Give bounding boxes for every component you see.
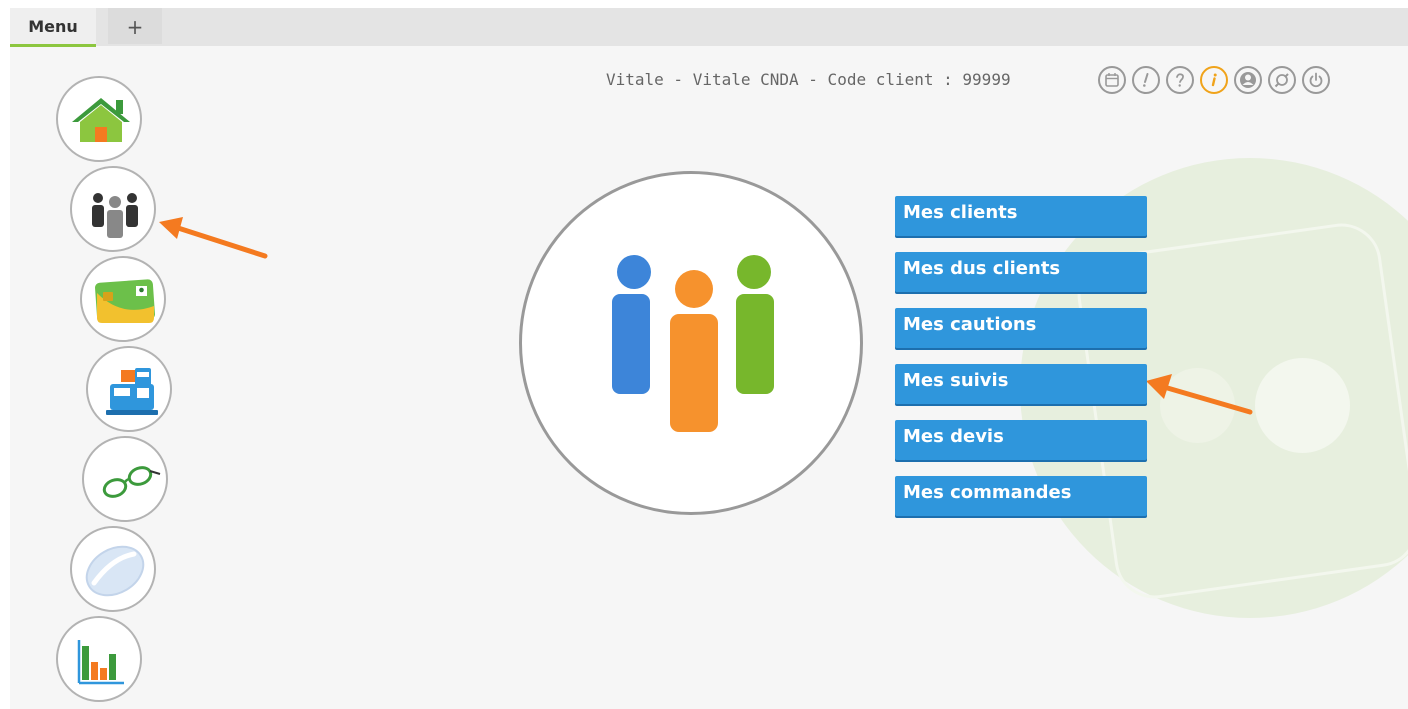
- menu-button-mes-clients[interactable]: Mes clients: [895, 196, 1147, 236]
- client-info: Vitale - Vitale CNDA - Code client : 999…: [606, 70, 1011, 89]
- statistics-icon: [77, 640, 124, 685]
- app-window: Menu + Vitale - Vitale CNDA - Code clien…: [10, 8, 1408, 709]
- glasses-icon: [102, 466, 161, 498]
- sidebar-item-lens[interactable]: [70, 526, 156, 612]
- help-icon[interactable]: [1166, 66, 1194, 94]
- sidebar-item-clients[interactable]: [70, 166, 156, 252]
- sidebar-item-vitale-card[interactable]: [80, 256, 166, 342]
- calendar-icon[interactable]: [1098, 66, 1126, 94]
- tab-bar: Menu +: [10, 8, 1408, 47]
- menu-button-mes-devis[interactable]: Mes devis: [895, 420, 1147, 460]
- user-icon[interactable]: [1234, 66, 1262, 94]
- menu-button-mes-dus-clients[interactable]: Mes dus clients: [895, 252, 1147, 292]
- arrow-annotation: [159, 217, 268, 259]
- info-icon[interactable]: [1200, 66, 1228, 94]
- sidebar-item-glasses[interactable]: [82, 436, 168, 522]
- sidebar-item-home[interactable]: [56, 76, 142, 162]
- alert-icon[interactable]: [1132, 66, 1160, 94]
- sidebar-item-statistics[interactable]: [56, 616, 142, 702]
- lens-icon: [85, 545, 145, 597]
- menu-button-mes-cautions[interactable]: Mes cautions: [895, 308, 1147, 348]
- home-icon: [72, 98, 130, 142]
- power-icon[interactable]: [1302, 66, 1330, 94]
- clients-icon: [92, 193, 138, 238]
- settings-icon[interactable]: [1268, 66, 1296, 94]
- tab-menu[interactable]: Menu: [10, 8, 96, 47]
- clients-icon: [612, 255, 774, 432]
- menu-button-mes-commandes[interactable]: Mes commandes: [895, 476, 1147, 516]
- clients-illustration: [519, 171, 863, 515]
- add-tab-button[interactable]: +: [108, 8, 162, 44]
- cash-register-icon: [106, 368, 158, 415]
- menu-button-mes-suivis[interactable]: Mes suivis: [895, 364, 1147, 404]
- arrow-annotation: [1146, 374, 1253, 415]
- background-decoration: [1255, 358, 1350, 453]
- sidebar-item-cash-register[interactable]: [86, 346, 172, 432]
